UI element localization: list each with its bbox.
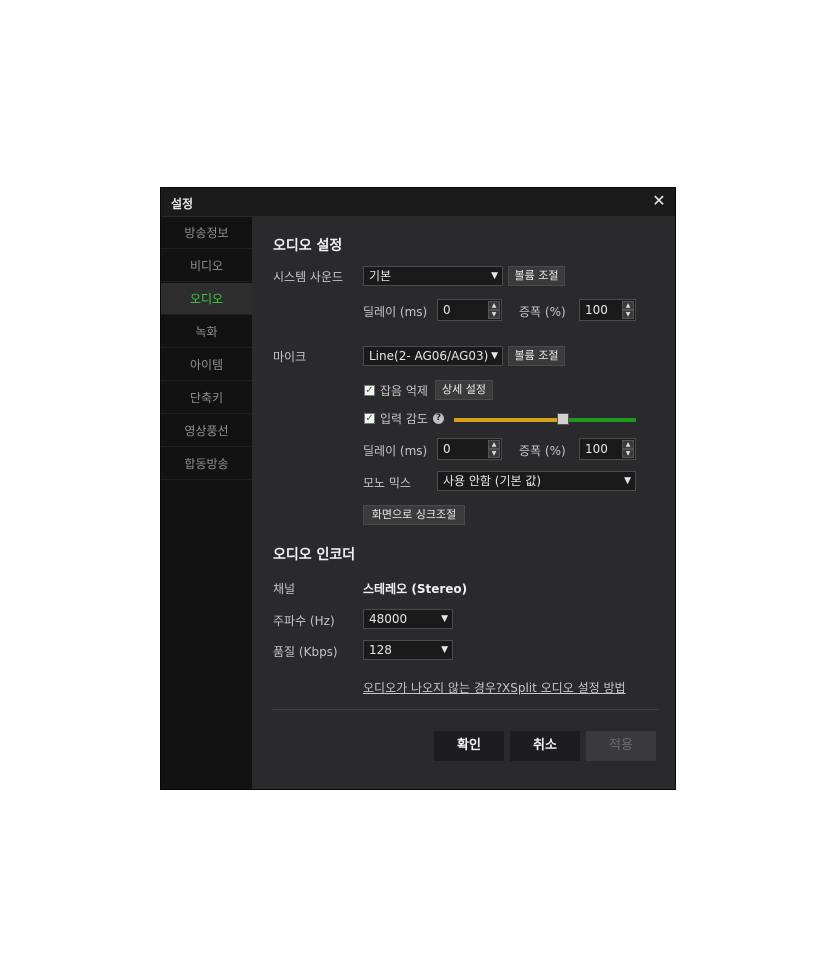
system-volume-button[interactable]: 볼륨 조절 (508, 266, 565, 286)
ok-button[interactable]: 확인 (434, 731, 504, 761)
spin-up-icon[interactable]: ▲ (488, 301, 500, 310)
quality-value: 128 (369, 643, 392, 657)
sidebar-item-video[interactable]: 비디오 (161, 250, 252, 282)
mic-delay-stepper[interactable]: 0 ▲ ▼ (437, 438, 502, 460)
quality-label: 품질 (Kbps) (273, 645, 338, 659)
audio-settings-panel: 오디오 설정 시스템 사운드 기본 ▼ 볼륨 조절 딜레이 (ms) 0 ▲ ▼… (252, 217, 675, 789)
frequency-value: 48000 (369, 612, 408, 626)
noise-detail-button[interactable]: 상세 설정 (435, 380, 493, 400)
mic-delay-value: 0 (443, 442, 451, 456)
sidebar-item-audio[interactable]: 오디오 (161, 283, 252, 315)
chevron-down-icon: ▼ (441, 614, 448, 624)
xsplit-audio-guide-link[interactable]: XSplit 오디오 설정 방법 (502, 679, 626, 696)
cancel-button[interactable]: 취소 (510, 731, 580, 761)
help-icon[interactable]: ? (433, 413, 444, 424)
spin-down-icon[interactable]: ▼ (622, 449, 634, 458)
spin-up-icon[interactable]: ▲ (488, 440, 500, 449)
quality-select[interactable]: 128 ▼ (363, 640, 453, 660)
mono-mix-label: 모노 믹스 (363, 476, 411, 490)
input-sensitivity-checkbox[interactable]: ✓ (364, 413, 375, 424)
sidebar-item-recording[interactable]: 녹화 (161, 316, 252, 348)
sidebar-item-items[interactable]: 아이템 (161, 349, 252, 381)
spin-up-icon[interactable]: ▲ (622, 440, 634, 449)
system-delay-value: 0 (443, 303, 451, 317)
sync-to-screen-button[interactable]: 화면으로 싱크조절 (363, 505, 465, 525)
system-delay-stepper[interactable]: 0 ▲ ▼ (437, 299, 502, 321)
mic-amp-stepper[interactable]: 100 ▲ ▼ (579, 438, 636, 460)
mic-select[interactable]: Line(2- AG06/AG03) ▼ (363, 346, 503, 366)
input-sensitivity-label: 입력 감도 (380, 412, 428, 426)
title-bar: 설정 ✕ (161, 188, 675, 217)
system-sound-label: 시스템 사운드 (273, 270, 344, 284)
chevron-down-icon: ▼ (491, 271, 498, 281)
slider-fill (454, 418, 564, 422)
settings-dialog: 설정 ✕ 방송정보 비디오 오디오 녹화 아이템 단축키 영상풍선 합동방송 오… (160, 187, 676, 790)
system-delay-label: 딜레이 (ms) (363, 305, 428, 319)
noise-suppression-label: 잡음 억제 (380, 384, 428, 398)
divider (272, 709, 659, 710)
mono-mix-select[interactable]: 사용 안함 (기본 값) ▼ (437, 471, 636, 491)
mic-amp-value: 100 (585, 442, 608, 456)
channel-label: 채널 (273, 582, 296, 596)
system-amp-stepper[interactable]: 100 ▲ ▼ (579, 299, 636, 321)
channel-value: 스테레오 (Stereo) (363, 582, 468, 596)
chevron-down-icon: ▼ (441, 645, 448, 655)
dialog-title: 설정 (171, 197, 194, 211)
spin-down-icon[interactable]: ▼ (488, 449, 500, 458)
system-sound-select[interactable]: 기본 ▼ (363, 266, 503, 286)
audio-settings-heading: 오디오 설정 (273, 238, 343, 254)
mic-label: 마이크 (273, 350, 307, 364)
sidebar-item-hotkeys[interactable]: 단축키 (161, 382, 252, 414)
frequency-select[interactable]: 48000 ▼ (363, 609, 453, 629)
sidebar-item-broadcast-info[interactable]: 방송정보 (161, 217, 252, 249)
no-audio-help-link[interactable]: 오디오가 나오지 않는 경우? (363, 679, 502, 696)
chevron-down-icon: ▼ (624, 476, 631, 486)
spin-down-icon[interactable]: ▼ (622, 310, 634, 319)
chevron-down-icon: ▼ (491, 351, 498, 361)
system-amp-value: 100 (585, 303, 608, 317)
sidebar-item-video-balloon[interactable]: 영상풍선 (161, 415, 252, 447)
sidebar: 방송정보 비디오 오디오 녹화 아이템 단축키 영상풍선 합동방송 (161, 217, 252, 789)
mic-volume-button[interactable]: 볼륨 조절 (508, 346, 565, 366)
slider-thumb[interactable] (557, 413, 570, 425)
frequency-label: 주파수 (Hz) (273, 614, 335, 628)
spin-up-icon[interactable]: ▲ (622, 301, 634, 310)
input-sensitivity-slider[interactable] (454, 413, 636, 425)
mic-delay-label: 딜레이 (ms) (363, 444, 428, 458)
apply-button[interactable]: 적용 (586, 731, 656, 761)
mono-mix-value: 사용 안함 (기본 값) (443, 474, 542, 488)
audio-encoder-heading: 오디오 인코더 (273, 547, 356, 563)
spin-down-icon[interactable]: ▼ (488, 310, 500, 319)
mic-amp-label: 증폭 (%) (519, 444, 566, 458)
system-amp-label: 증폭 (%) (519, 305, 566, 319)
noise-suppression-checkbox[interactable]: ✓ (364, 385, 375, 396)
close-icon[interactable]: ✕ (649, 191, 669, 211)
system-sound-value: 기본 (369, 269, 392, 283)
sidebar-item-joint-broadcast[interactable]: 합동방송 (161, 448, 252, 480)
mic-device-value: Line(2- AG06/AG03) (369, 349, 489, 363)
